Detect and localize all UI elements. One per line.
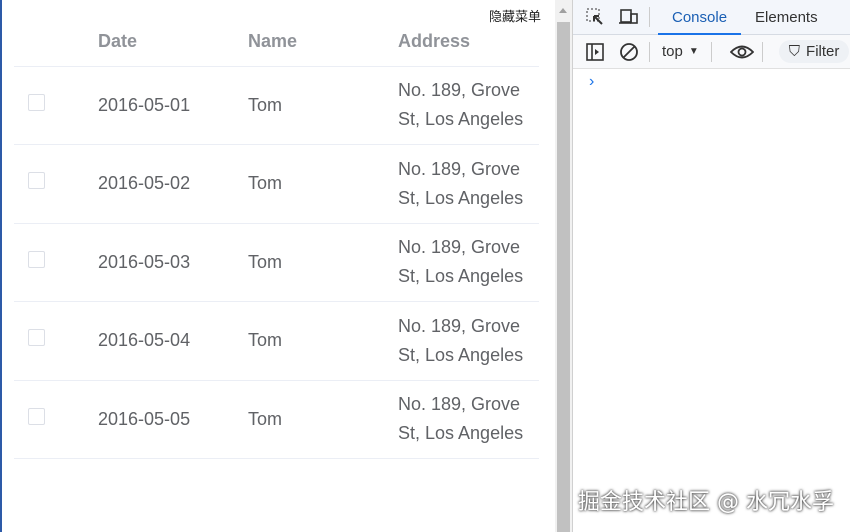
table-row: 2016-05-05 Tom No. 189, Grove St, Los An… [14,380,539,459]
filter-placeholder: Filter [806,43,840,60]
scrollbar-thumb[interactable] [557,22,570,532]
date-cell: 2016-05-01 [98,66,248,145]
date-cell: 2016-05-02 [98,144,248,224]
inspect-element-icon[interactable] [583,5,607,29]
table-row: 2016-05-02 Tom No. 189, Grove St, Los An… [14,144,539,224]
name-cell: Tom [248,66,398,145]
row-select-cell [14,301,98,381]
name-cell: Tom [248,380,398,459]
table-row: 2016-05-04 Tom No. 189, Grove St, Los An… [14,301,539,381]
address-cell: No. 189, Grove St, Los Angeles [398,223,539,302]
console-prompt[interactable]: › [589,73,850,91]
devtools-panel: Console Elements top ▼ ⛉ Filter › [572,0,850,532]
divider [761,41,763,62]
row-checkbox[interactable] [28,250,45,268]
row-checkbox[interactable] [28,407,45,425]
devtools-tabbar: Console Elements [573,0,850,35]
address-cell: No. 189, Grove St, Los Angeles [398,66,539,145]
filter-input[interactable]: ⛉ Filter [778,40,850,63]
table-header-row: Date Name Address [14,18,539,67]
date-cell: 2016-05-04 [98,301,248,381]
row-select-cell [14,380,98,459]
clear-console-icon[interactable] [617,40,641,64]
column-header-date: Date [98,18,248,67]
table-row: 2016-05-03 Tom No. 189, Grove St, Los An… [14,223,539,302]
dropdown-arrow-icon: ▼ [688,46,699,57]
filter-icon: ⛉ [788,43,801,60]
tab-elements[interactable]: Elements [741,0,832,35]
row-checkbox[interactable] [28,172,45,190]
sidebar-toggle-icon[interactable] [583,40,607,64]
table-row: 2016-05-01 Tom No. 189, Grove St, Los An… [14,66,539,145]
date-cell: 2016-05-03 [98,223,248,302]
name-cell: Tom [248,223,398,302]
date-cell: 2016-05-05 [98,380,248,459]
scroll-up-arrow-icon[interactable] [559,8,567,13]
row-select-cell [14,223,98,302]
divider [710,41,712,62]
row-select-cell [14,66,98,145]
column-header-address: Address [398,18,539,67]
address-cell: No. 189, Grove St, Los Angeles [398,144,539,224]
divider [649,41,650,62]
row-select-cell [14,144,98,224]
watermark: 掘金技术社区 @ 水冗水孚 [578,490,834,515]
context-value: top [662,43,683,60]
data-table: Date Name Address 2016-05-01 Tom No. 189… [14,18,539,459]
row-checkbox[interactable] [28,93,45,111]
context-selector[interactable]: top ▼ [658,43,703,60]
divider [649,7,650,27]
scrollbar[interactable] [555,0,572,532]
device-toggle-icon[interactable] [617,5,641,29]
selection-column-header [14,18,98,67]
console-toolbar: top ▼ ⛉ Filter [573,35,850,69]
address-cell: No. 189, Grove St, Los Angeles [398,301,539,381]
live-expression-eye-icon[interactable] [729,40,754,64]
row-checkbox[interactable] [28,329,45,347]
column-header-name: Name [248,18,398,67]
name-cell: Tom [248,144,398,224]
address-cell: No. 189, Grove St, Los Angeles [398,380,539,459]
tab-console[interactable]: Console [658,0,742,35]
page-area: 隐藏菜单 Date Name Address 2016-05-01 Tom No… [0,0,555,532]
name-cell: Tom [248,301,398,381]
